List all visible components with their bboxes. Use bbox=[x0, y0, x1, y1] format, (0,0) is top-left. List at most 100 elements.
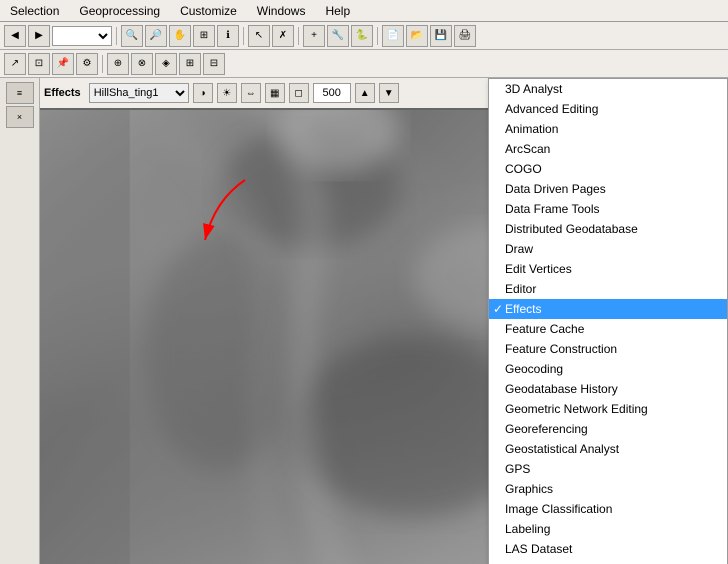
dropdown-item-20[interactable]: Graphics bbox=[489, 479, 727, 499]
dropdown-item-22[interactable]: Labeling bbox=[489, 519, 727, 539]
histogram-btn[interactable]: ▦ bbox=[265, 83, 285, 103]
dropdown-item-23[interactable]: LAS Dataset bbox=[489, 539, 727, 559]
transparency-icon: ◻ bbox=[289, 83, 309, 103]
full-extent-btn[interactable]: ⊞ bbox=[193, 25, 215, 47]
t2-btn5[interactable]: ⊕ bbox=[107, 53, 129, 75]
layer-combo[interactable]: HillSha_ting1 bbox=[89, 83, 189, 103]
t2-btn7[interactable]: ◈ bbox=[155, 53, 177, 75]
dropdown-item-9[interactable]: Edit Vertices bbox=[489, 259, 727, 279]
t2-btn2[interactable]: ⊡ bbox=[28, 53, 50, 75]
dropdown-item-label-19: GPS bbox=[505, 462, 530, 476]
brightness-btn[interactable]: ☀ bbox=[217, 83, 237, 103]
sep2 bbox=[243, 27, 244, 45]
dropdown-item-11[interactable]: ✓Effects bbox=[489, 299, 727, 319]
identify-btn[interactable]: ℹ bbox=[217, 25, 239, 47]
dropdown-item-label-17: Georeferencing bbox=[505, 422, 588, 436]
zoom-out-btn[interactable]: 🔎 bbox=[145, 25, 167, 47]
sep5 bbox=[102, 55, 103, 73]
transparency-value[interactable] bbox=[313, 83, 351, 103]
add-data-btn[interactable]: + bbox=[303, 25, 325, 47]
close-panel-btn[interactable]: × bbox=[6, 106, 34, 128]
dropdown-item-7[interactable]: Distributed Geodatabase bbox=[489, 219, 727, 239]
menu-selection[interactable]: Selection bbox=[4, 2, 65, 20]
dropdown-item-10[interactable]: Editor bbox=[489, 279, 727, 299]
toolbar-1: ◀ ▶ 🔍 🔎 ✋ ⊞ ℹ ↖ ✗ + 🔧 🐍 📄 📂 💾 🖨 bbox=[0, 22, 728, 50]
forward-btn[interactable]: ▶ bbox=[28, 25, 50, 47]
sep1 bbox=[116, 27, 117, 45]
dropdown-item-2[interactable]: Animation bbox=[489, 119, 727, 139]
sep4 bbox=[377, 27, 378, 45]
t2-btn4[interactable]: ⚙ bbox=[76, 53, 98, 75]
dropdown-item-label-11: Effects bbox=[505, 302, 541, 316]
dropdown-item-label-4: COGO bbox=[505, 162, 542, 176]
select-btn[interactable]: ↖ bbox=[248, 25, 270, 47]
stretch-btn[interactable]: ⇔ bbox=[241, 83, 261, 103]
spin-up-btn[interactable]: ▲ bbox=[355, 83, 375, 103]
dropdown-item-16[interactable]: Geometric Network Editing bbox=[489, 399, 727, 419]
zoom-in-btn[interactable]: 🔍 bbox=[121, 25, 143, 47]
t2-btn3[interactable]: 📌 bbox=[52, 53, 74, 75]
dropdown-item-label-3: ArcScan bbox=[505, 142, 550, 156]
dropdown-menu: 3D Analyst Advanced Editing Animation ArcSc… bbox=[488, 78, 728, 564]
dropdown-item-label-18: Geostatistical Analyst bbox=[505, 442, 619, 456]
menu-geoprocessing[interactable]: Geoprocessing bbox=[73, 2, 166, 20]
dropdown-item-label-2: Animation bbox=[505, 122, 558, 136]
dropdown-item-label-6: Data Frame Tools bbox=[505, 202, 599, 216]
dropdown-item-3[interactable]: ArcScan bbox=[489, 139, 727, 159]
dropdown-item-4[interactable]: COGO bbox=[489, 159, 727, 179]
checkmark-icon: ✓ bbox=[493, 302, 503, 316]
dropdown-item-label-15: Geodatabase History bbox=[505, 382, 618, 396]
t2-btn6[interactable]: ⊗ bbox=[131, 53, 153, 75]
t2-btn9[interactable]: ⊟ bbox=[203, 53, 225, 75]
dropdown-item-17[interactable]: Georeferencing bbox=[489, 419, 727, 439]
menu-help[interactable]: Help bbox=[319, 2, 356, 20]
sep3 bbox=[298, 27, 299, 45]
dropdown-item-label-5: Data Driven Pages bbox=[505, 182, 606, 196]
dropdown-item-12[interactable]: Feature Cache bbox=[489, 319, 727, 339]
toolbar-2: ↗ ⊡ 📌 ⚙ ⊕ ⊗ ◈ ⊞ ⊟ bbox=[0, 50, 728, 78]
new-map-btn[interactable]: 📄 bbox=[382, 25, 404, 47]
spin-down-btn[interactable]: ▼ bbox=[379, 83, 399, 103]
dropdown-item-24[interactable]: Layout bbox=[489, 559, 727, 564]
menu-windows[interactable]: Windows bbox=[251, 2, 312, 20]
dropdown-item-6[interactable]: Data Frame Tools bbox=[489, 199, 727, 219]
dropdown-item-label-9: Edit Vertices bbox=[505, 262, 572, 276]
dropdown-item-label-7: Distributed Geodatabase bbox=[505, 222, 638, 236]
print-btn[interactable]: 🖨 bbox=[454, 25, 476, 47]
dropdown-item-label-13: Feature Construction bbox=[505, 342, 617, 356]
scale-combo[interactable] bbox=[52, 26, 112, 46]
dropdown-item-13[interactable]: Feature Construction bbox=[489, 339, 727, 359]
arrow-down-svg bbox=[195, 180, 295, 260]
menu-customize[interactable]: Customize bbox=[174, 2, 243, 20]
effects-title: Effects bbox=[44, 87, 81, 99]
open-btn[interactable]: 📂 bbox=[406, 25, 428, 47]
dropdown-item-label-10: Editor bbox=[505, 282, 536, 296]
contrast-btn[interactable]: ◑ bbox=[193, 83, 213, 103]
dropdown-item-21[interactable]: Image Classification bbox=[489, 499, 727, 519]
dropdown-item-label-1: Advanced Editing bbox=[505, 102, 598, 116]
back-btn[interactable]: ◀ bbox=[4, 25, 26, 47]
dropdown-item-18[interactable]: Geostatistical Analyst bbox=[489, 439, 727, 459]
pan-btn[interactable]: ✋ bbox=[169, 25, 191, 47]
arc-toolbox-btn[interactable]: 🔧 bbox=[327, 25, 349, 47]
python-btn[interactable]: 🐍 bbox=[351, 25, 373, 47]
dropdown-item-14[interactable]: Geocoding bbox=[489, 359, 727, 379]
t2-btn8[interactable]: ⊞ bbox=[179, 53, 201, 75]
t2-btn1[interactable]: ↗ bbox=[4, 53, 26, 75]
dropdown-item-label-12: Feature Cache bbox=[505, 322, 584, 336]
dropdown-item-label-20: Graphics bbox=[505, 482, 553, 496]
dropdown-item-19[interactable]: GPS bbox=[489, 459, 727, 479]
left-panel: ≡ × bbox=[0, 78, 40, 564]
save-btn[interactable]: 💾 bbox=[430, 25, 452, 47]
dropdown-item-0[interactable]: 3D Analyst bbox=[489, 79, 727, 99]
main-area: ≡ × Effects HillSha_ting1 ◑ ☀ ⇔ ▦ ◻ ▲ ▼ … bbox=[0, 78, 728, 564]
map-container: Effects HillSha_ting1 ◑ ☀ ⇔ ▦ ◻ ▲ ▼ × bbox=[40, 78, 728, 564]
dropdown-item-5[interactable]: Data Driven Pages bbox=[489, 179, 727, 199]
dropdown-item-label-16: Geometric Network Editing bbox=[505, 402, 648, 416]
dropdown-item-8[interactable]: Draw bbox=[489, 239, 727, 259]
dropdown-item-1[interactable]: Advanced Editing bbox=[489, 99, 727, 119]
dropdown-item-label-23: LAS Dataset bbox=[505, 542, 572, 556]
clear-sel-btn[interactable]: ✗ bbox=[272, 25, 294, 47]
dropdown-item-15[interactable]: Geodatabase History bbox=[489, 379, 727, 399]
toc-btn[interactable]: ≡ bbox=[6, 82, 34, 104]
